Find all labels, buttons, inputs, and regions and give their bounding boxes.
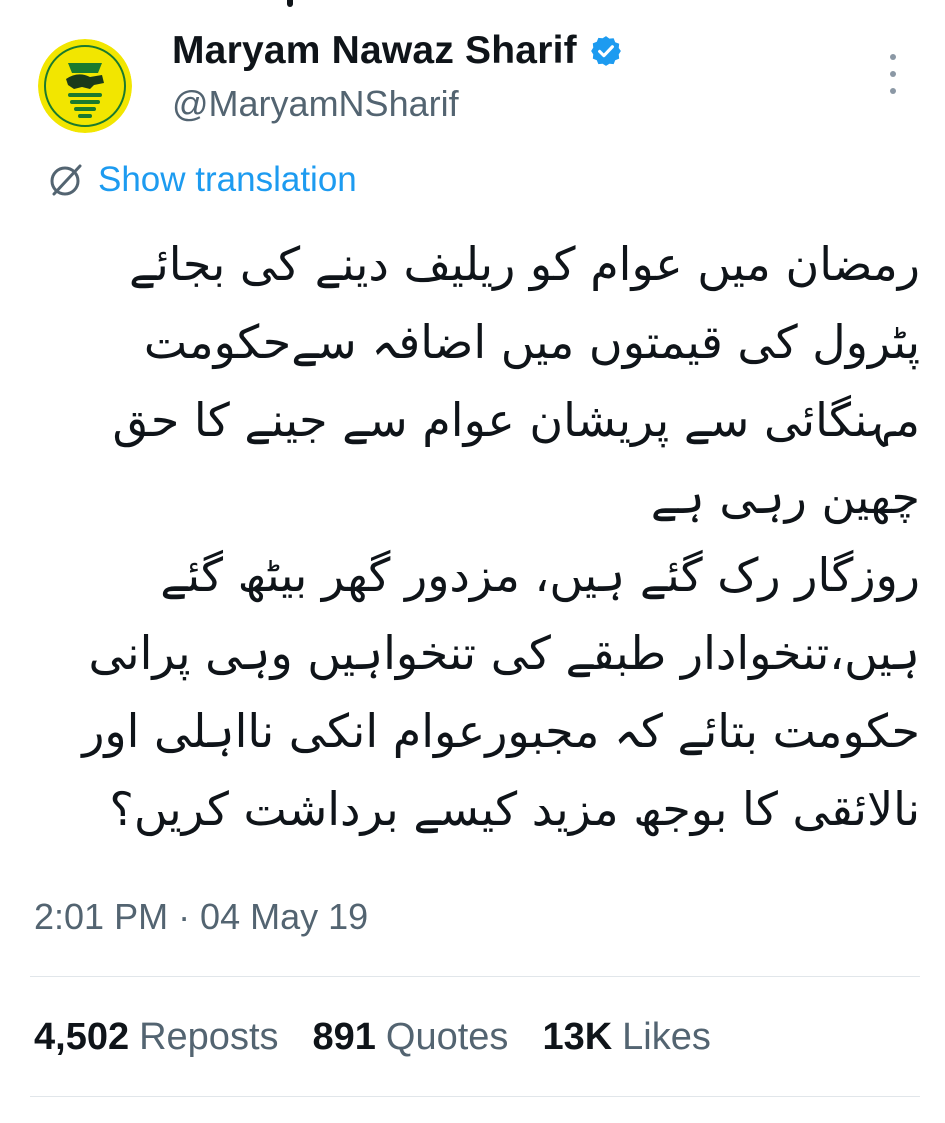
likes-stat[interactable]: 13K Likes [542, 1016, 710, 1059]
tweet-body: رمضان میں عوام کو ریلیف دینے کی بجائے پٹ… [30, 226, 920, 848]
tweet-text-line: نالائقی کا بوجھ مزید کیسے برداشت کریں؟ [109, 781, 920, 836]
reposts-label: Reposts [139, 1016, 279, 1058]
engagement-stats: 4,502 Reposts 891 Quotes 13K Likes [34, 1016, 745, 1059]
pmln-party-logo-icon [38, 39, 132, 133]
quotes-label: Quotes [385, 1016, 509, 1058]
tweet-text-line: ہیں،تنخوادار طبقے کی تنخواہیں وہی پرانی [88, 625, 920, 680]
tweet-text-line: حکومت بتائے کہ مجبورعوام انکی نااہلی اور [82, 703, 920, 758]
quotes-count: 891 [312, 1016, 376, 1058]
more-options-button[interactable] [876, 52, 910, 96]
quotes-stat[interactable]: 891 Quotes [313, 1016, 509, 1059]
divider [30, 976, 920, 977]
likes-label: Likes [622, 1016, 711, 1058]
tweet-text-line: روزگار رک گئے ہیں، مزدور گھر بیٹھ گئے [160, 548, 920, 603]
top-edge-fragment [287, 0, 293, 7]
reposts-stat[interactable]: 4,502 Reposts [34, 1016, 279, 1059]
divider [30, 1096, 920, 1097]
author-display-name[interactable]: Maryam Nawaz Sharif [172, 29, 577, 73]
verified-badge-icon [590, 36, 621, 66]
show-translation-label: Show translation [98, 160, 357, 199]
more-dot-icon [890, 54, 896, 60]
tweet-text-line: رمضان میں عوام کو ریلیف دینے کی بجائے [129, 237, 920, 291]
avatar[interactable] [38, 39, 132, 133]
more-dot-icon [890, 71, 896, 77]
tweet-text-line: چھین رہی ہے [650, 470, 920, 525]
show-translation-button[interactable]: Show translation [46, 158, 357, 202]
tweet-timestamp[interactable]: 2:01 PM · 04 May 19 [34, 896, 368, 938]
likes-count: 13K [542, 1016, 613, 1058]
translate-globe-icon [50, 164, 82, 196]
reposts-count: 4,502 [34, 1016, 130, 1058]
author-handle[interactable]: @MaryamNSharif [172, 83, 459, 125]
author-name-row[interactable]: Maryam Nawaz Sharif [172, 28, 623, 74]
tweet-text-line: مہنگائی سے پریشان عوام سے جینے کا حق [112, 392, 920, 447]
tweet-text-line: پٹرول کی قیمتوں میں اضافہ سےحکومت [143, 314, 920, 369]
more-dot-icon [890, 88, 896, 94]
